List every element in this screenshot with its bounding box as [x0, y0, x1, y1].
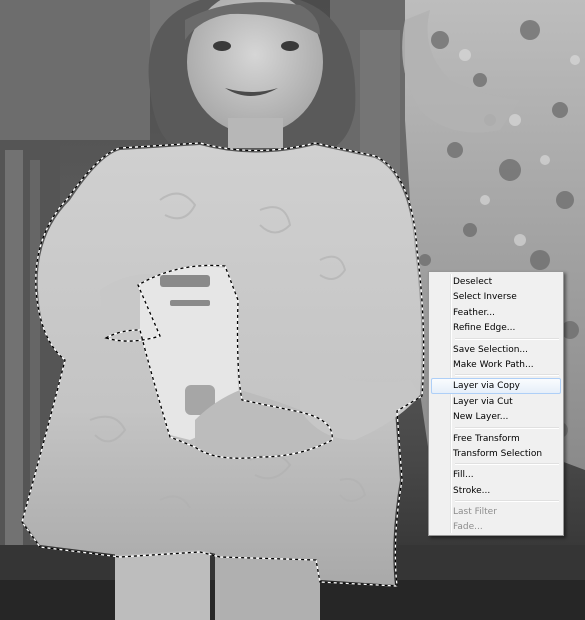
menu-separator	[455, 337, 559, 340]
menu-item-feather[interactable]: Feather...	[431, 305, 561, 320]
menu-item-save-selection[interactable]: Save Selection...	[431, 342, 561, 357]
menu-item-fade: Fade...	[453, 522, 483, 533]
menu-item-deselect[interactable]: Deselect	[431, 274, 561, 289]
menu-item-last-filter: Last Filter	[453, 507, 497, 518]
menu-item-fill[interactable]: Fill...	[431, 467, 561, 482]
menu-item-new-layer[interactable]: New Layer...	[431, 409, 561, 424]
menu-item-free-transform[interactable]: Free Transform	[431, 431, 561, 446]
menu-separator	[455, 426, 559, 429]
menu-item-refine-edge[interactable]: Refine Edge...	[431, 320, 561, 335]
menu-item-layer-via-cut[interactable]: Layer via Cut	[431, 394, 561, 409]
menu-item-transform-selection[interactable]: Transform Selection	[431, 446, 561, 461]
menu-item-layer-via-copy[interactable]: Layer via Copy	[431, 378, 561, 394]
document-canvas[interactable]: Deselect Select Inverse Feather... Refine E…	[0, 0, 585, 620]
menu-separator	[455, 374, 559, 377]
menu-item-stroke[interactable]: Stroke...	[431, 483, 561, 498]
menu-separator	[455, 500, 559, 503]
menu-item-select-inverse[interactable]: Select Inverse	[431, 289, 561, 304]
context-menu: Deselect Select Inverse Feather... Refine E…	[428, 271, 564, 536]
menu-separator	[455, 463, 559, 466]
menu-item-make-work-path[interactable]: Make Work Path...	[431, 357, 561, 372]
